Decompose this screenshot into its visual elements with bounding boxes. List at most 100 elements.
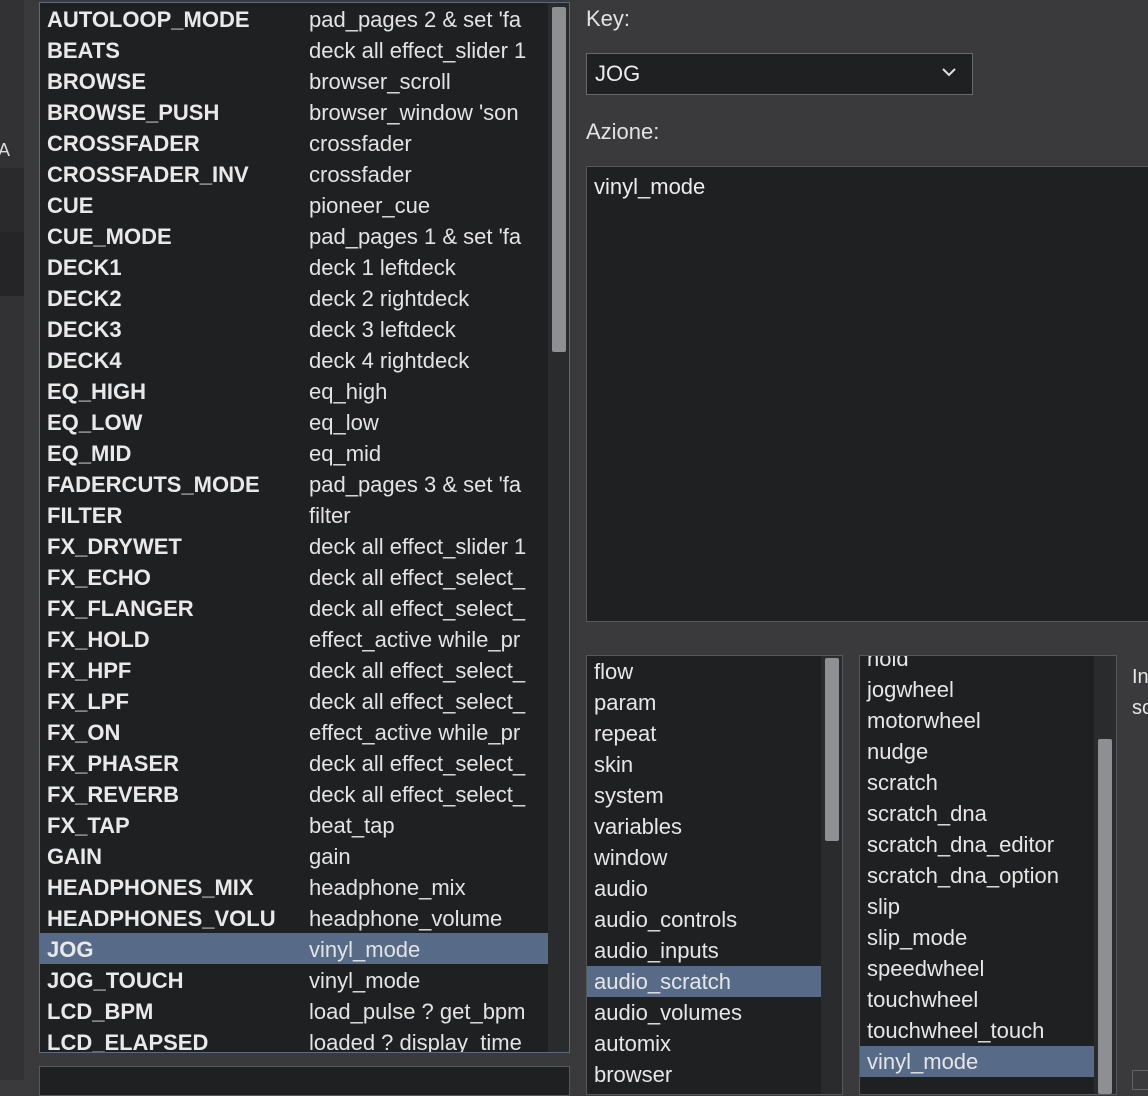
mapping-row[interactable]: FADERCUTS_MODE pad_pages 3 & set 'fa — [40, 468, 548, 499]
scrollbar-thumb[interactable] — [825, 658, 839, 841]
verb-item[interactable]: motorwheel — [860, 705, 1094, 736]
mapping-row[interactable]: FILTER filter — [40, 499, 548, 530]
mapping-row[interactable]: CUE pioneer_cue — [40, 189, 548, 220]
mapping-row[interactable]: DECK1 deck 1 leftdeck — [40, 251, 548, 282]
mapping-row[interactable]: GAIN gain — [40, 840, 548, 871]
category-item[interactable]: repeat — [587, 718, 821, 749]
key-select[interactable]: JOG — [586, 53, 973, 95]
category-item[interactable]: audio_volumes — [587, 997, 821, 1028]
verb-item[interactable]: scratch_dna_editor — [860, 829, 1094, 860]
mapping-row[interactable]: FX_REVERB deck all effect_select_ — [40, 778, 548, 809]
category-item[interactable]: automix — [587, 1028, 821, 1059]
action-editor[interactable]: vinyl_mode — [586, 166, 1148, 622]
verb-item[interactable]: speedwheel — [860, 953, 1094, 984]
verb-item[interactable]: jogwheel — [860, 674, 1094, 705]
mapping-row[interactable]: JOG vinyl_mode — [40, 933, 548, 964]
mapping-row[interactable]: EQ_HIGH eq_high — [40, 375, 548, 406]
mapping-action: deck all effect_select_ — [309, 658, 526, 683]
category-item[interactable]: window — [587, 842, 821, 873]
verb-item[interactable]: scratch — [860, 767, 1094, 798]
category-list-scrollbar[interactable] — [821, 656, 842, 1094]
mapping-row[interactable]: JOG_TOUCH vinyl_mode — [40, 964, 548, 995]
category-item[interactable]: audio_scratch — [587, 966, 821, 997]
mapping-list[interactable]: LCD_ELAPSED loaded ? display_time LCD_BPM l… — [39, 2, 570, 1053]
category-item-label: browser — [594, 1062, 673, 1087]
verb-item[interactable]: touchwheel_touch — [860, 1015, 1094, 1046]
category-item[interactable]: variables — [587, 811, 821, 842]
category-item-label: automix — [594, 1031, 672, 1056]
mapping-row[interactable]: FX_ECHO deck all effect_select_ — [40, 561, 548, 592]
mapping-row[interactable]: FX_TAP beat_tap — [40, 809, 548, 840]
sidebar-item-highlight[interactable] — [0, 232, 24, 296]
scrollbar-thumb[interactable] — [1098, 739, 1112, 1094]
mapping-row[interactable]: FX_ON effect_active while_pr — [40, 716, 548, 747]
mapping-row[interactable]: FX_HPF deck all effect_select_ — [40, 654, 548, 685]
mapping-row[interactable]: FX_FLANGER deck all effect_select_ — [40, 592, 548, 623]
mapping-row[interactable]: FX_HOLD effect_active while_pr — [40, 623, 548, 654]
mapping-key: EQ_HIGH — [47, 379, 147, 404]
mapping-row[interactable]: CROSSFADER crossfader — [40, 127, 548, 158]
mapping-row[interactable]: HEADPHONES_VOLU headphone_volume — [40, 902, 548, 933]
mapping-key: HEADPHONES_MIX — [47, 875, 254, 900]
mapping-action: deck all effect_select_ — [309, 689, 526, 714]
verb-item[interactable]: scratch_dna_option — [860, 860, 1094, 891]
mapping-row[interactable]: AUTOLOOP_MODE pad_pages 2 & set 'fa — [40, 3, 548, 34]
category-item[interactable]: param — [587, 687, 821, 718]
mapping-action: gain — [309, 844, 351, 869]
mapping-row[interactable]: CUE_MODE pad_pages 1 & set 'fa — [40, 220, 548, 251]
mapping-row[interactable]: EQ_LOW eq_low — [40, 406, 548, 437]
verb-list[interactable]: vinyl_mode touchwheel_touch touchwheel spee… — [859, 655, 1117, 1095]
mapping-action: browser_window 'son — [309, 100, 519, 125]
mapping-row[interactable]: DECK4 deck 4 rightdeck — [40, 344, 548, 375]
mapping-row[interactable]: FX_LPF deck all effect_select_ — [40, 685, 548, 716]
mapping-row[interactable]: HEADPHONES_MIX headphone_mix — [40, 871, 548, 902]
verb-item-label: slip_mode — [867, 925, 968, 950]
mapping-action: eq_high — [309, 379, 388, 404]
mapping-action: vinyl_mode — [309, 937, 421, 962]
mapping-row[interactable]: FX_DRYWET deck all effect_slider 1 — [40, 530, 548, 561]
mapping-row[interactable]: EQ_MID eq_mid — [40, 437, 548, 468]
verb-list-scrollbar[interactable] — [1094, 656, 1116, 1094]
category-item[interactable]: browser — [587, 1059, 821, 1090]
action-label: Azione: — [586, 119, 660, 144]
verb-item[interactable]: slip — [860, 891, 1094, 922]
verb-item[interactable]: nudge — [860, 736, 1094, 767]
mapping-row[interactable]: BROWSE browser_scroll — [40, 65, 548, 96]
category-item[interactable]: skin — [587, 749, 821, 780]
mapping-row[interactable]: FX_PHASER deck all effect_select_ — [40, 747, 548, 778]
category-item-label: repeat — [594, 721, 657, 746]
verb-item[interactable]: vinyl_mode — [860, 1046, 1094, 1077]
sidebar-item-highlight[interactable] — [0, 168, 24, 232]
category-item[interactable]: audio_inputs — [587, 935, 821, 966]
corner-button[interactable] — [1132, 1070, 1148, 1090]
category-item[interactable]: system — [587, 780, 821, 811]
category-item[interactable]: flow — [587, 656, 821, 687]
mapping-key: FADERCUTS_MODE — [47, 472, 260, 497]
mapping-action: filter — [309, 503, 351, 528]
mapping-row[interactable]: LCD_ELAPSED loaded ? display_time — [40, 1026, 548, 1052]
scrollbar-thumb[interactable] — [552, 7, 566, 352]
mapping-action: eq_low — [309, 410, 379, 435]
verb-item[interactable]: touchwheel — [860, 984, 1094, 1015]
category-item-label: audio_controls — [594, 907, 738, 932]
mapping-row[interactable]: BROWSE_PUSH browser_window 'son — [40, 96, 548, 127]
mapping-list-scrollbar[interactable] — [548, 3, 569, 1052]
mapping-row[interactable]: DECK3 deck 3 leftdeck — [40, 313, 548, 344]
category-item[interactable]: audio_controls — [587, 904, 821, 935]
category-list[interactable]: browser automix audio_volumes audio_scratch… — [586, 655, 843, 1095]
mapping-action: headphone_volume — [309, 906, 503, 931]
verb-item[interactable]: slip_mode — [860, 922, 1094, 953]
category-item[interactable]: audio — [587, 873, 821, 904]
mapping-key: DECK1 — [47, 255, 122, 280]
mapping-row[interactable]: DECK2 deck 2 rightdeck — [40, 282, 548, 313]
mapping-key: FX_TAP — [47, 813, 130, 838]
mapping-row[interactable]: BEATS deck all effect_slider 1 — [40, 34, 548, 65]
verb-item[interactable]: scratch_dna — [860, 798, 1094, 829]
mapping-row[interactable]: LCD_BPM load_pulse ? get_bpm — [40, 995, 548, 1026]
search-input[interactable] — [39, 1066, 570, 1096]
category-item-label: param — [594, 690, 657, 715]
mapping-row[interactable]: CROSSFADER_INV crossfader — [40, 158, 548, 189]
verb-item[interactable]: hold — [860, 656, 1094, 674]
mapping-action: pad_pages 1 & set 'fa — [309, 224, 522, 249]
mapping-key: EQ_MID — [47, 441, 132, 466]
